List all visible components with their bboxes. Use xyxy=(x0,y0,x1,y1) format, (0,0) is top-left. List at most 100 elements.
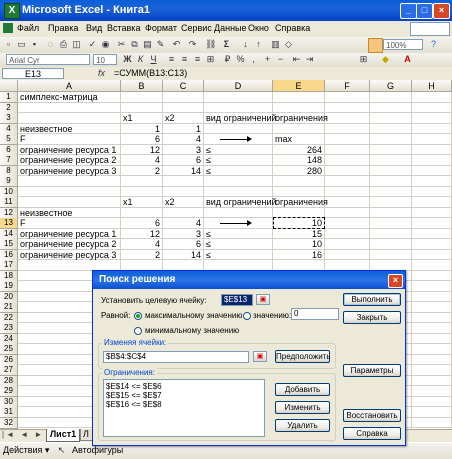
cell-b6[interactable]: 12 xyxy=(123,145,160,156)
menu-window[interactable]: Окно xyxy=(248,23,269,33)
cell-c13[interactable]: 4 xyxy=(165,218,201,229)
row-header-30[interactable]: 30 xyxy=(0,396,18,408)
permission-icon[interactable]: ◌ xyxy=(45,39,56,50)
cell-c8[interactable]: 14 xyxy=(165,166,201,177)
cell-d16[interactable]: ≤ xyxy=(206,250,270,261)
cell-b14[interactable]: 12 xyxy=(123,229,160,240)
menu-tools[interactable]: Сервис xyxy=(181,23,212,33)
menu-edit[interactable]: Правка xyxy=(48,23,78,33)
row-header-23[interactable]: 23 xyxy=(0,323,18,334)
merge-icon[interactable]: ⊞ xyxy=(205,54,216,65)
row-header-28[interactable]: 28 xyxy=(0,375,18,387)
row-header-22[interactable]: 22 xyxy=(0,312,18,324)
row-header-16[interactable]: 16 xyxy=(0,249,18,261)
options-button[interactable]: Параметры xyxy=(343,364,401,377)
menu-help[interactable]: Справка xyxy=(275,23,310,33)
chart-wizard-icon[interactable]: ▥ xyxy=(270,39,281,50)
font-color-icon[interactable]: A xyxy=(402,54,413,65)
zoom-combo[interactable]: 100% xyxy=(383,39,423,50)
row-header-11[interactable]: 11 xyxy=(0,197,18,208)
cell-e8[interactable]: 280 xyxy=(275,166,322,177)
print-icon[interactable]: ⎙ xyxy=(58,39,69,50)
min-radio[interactable] xyxy=(134,327,142,335)
constraint-item[interactable]: $E$15 <= $E$7 xyxy=(106,392,162,400)
autosum-icon[interactable]: Σ xyxy=(221,39,232,50)
cell-e5[interactable]: max xyxy=(275,134,322,145)
menu-data[interactable]: Данные xyxy=(214,23,247,33)
help-search-box[interactable] xyxy=(410,22,450,36)
cell-b5[interactable]: 6 xyxy=(123,134,160,145)
close-icon[interactable]: × xyxy=(433,3,450,19)
cell-a15[interactable]: ограничение ресурса 2 xyxy=(20,239,118,250)
cell-d14[interactable]: ≤ xyxy=(206,229,270,240)
insert-function-icon[interactable]: fx xyxy=(98,68,105,78)
research-icon[interactable]: ◉ xyxy=(100,39,111,50)
column-header-h[interactable]: H xyxy=(412,80,452,92)
target-cell-input[interactable]: $E$13 xyxy=(221,294,253,306)
row-header-3[interactable]: 3 xyxy=(0,113,18,124)
cell-c14[interactable]: 3 xyxy=(165,229,201,240)
row-header-20[interactable]: 20 xyxy=(0,291,18,303)
column-header-g[interactable]: G xyxy=(370,80,412,92)
column-header-e[interactable]: E xyxy=(273,80,325,92)
draw-actions-menu[interactable]: Действия ▾ xyxy=(3,445,49,456)
format-painter-icon[interactable]: ✎ xyxy=(155,39,166,50)
decrease-indent-icon[interactable]: ⇤ xyxy=(291,54,302,65)
row-header-8[interactable]: 8 xyxy=(0,165,18,177)
cell-e7[interactable]: 148 xyxy=(275,155,322,166)
cell-c6[interactable]: 3 xyxy=(165,145,201,156)
sort-asc-icon[interactable]: ↓ xyxy=(240,39,251,50)
select-all-corner[interactable] xyxy=(0,80,18,92)
constraint-item[interactable]: $E$16 <= $E$8 xyxy=(106,401,162,409)
preview-icon[interactable]: ◫ xyxy=(71,39,82,50)
underline-icon[interactable]: Ч xyxy=(148,54,159,65)
align-right-icon[interactable]: ≡ xyxy=(192,54,203,65)
help-icon[interactable]: ? xyxy=(428,39,439,50)
cell-d11[interactable]: вид ограничений xyxy=(206,197,277,208)
target-ref-icon[interactable]: ▣ xyxy=(256,294,270,305)
cell-b8[interactable]: 2 xyxy=(123,166,160,177)
cell-c15[interactable]: 6 xyxy=(165,239,201,250)
cell-c16[interactable]: 14 xyxy=(165,250,201,261)
cell-c3[interactable]: x2 xyxy=(165,113,201,124)
max-radio[interactable] xyxy=(134,312,142,320)
value-input[interactable]: 0 xyxy=(291,308,339,320)
row-header-26[interactable]: 26 xyxy=(0,354,18,366)
cell-e6[interactable]: 264 xyxy=(275,145,322,156)
row-header-5[interactable]: 5 xyxy=(0,134,18,145)
cell-d7[interactable]: ≤ xyxy=(206,155,270,166)
open-icon[interactable]: ▭ xyxy=(16,39,27,50)
cell-d8[interactable]: ≤ xyxy=(206,166,270,177)
document-icon[interactable] xyxy=(3,23,13,33)
name-box[interactable]: E13 xyxy=(2,68,64,79)
sheet-tab-active[interactable]: Лист1 xyxy=(46,429,80,442)
cell-c4[interactable]: 1 xyxy=(165,124,201,135)
cell-a16[interactable]: ограничение ресурса 3 xyxy=(20,250,118,261)
new-icon[interactable]: ▫ xyxy=(3,39,14,50)
italic-icon[interactable]: К xyxy=(135,54,146,65)
reset-all-button[interactable]: Восстановить xyxy=(343,409,401,422)
paste-icon[interactable]: ▤ xyxy=(142,39,153,50)
cell-b16[interactable]: 2 xyxy=(123,250,160,261)
value-radio[interactable] xyxy=(243,312,251,320)
cell-e15[interactable]: 10 xyxy=(275,239,322,250)
cell-a4[interactable]: неизвестное xyxy=(20,124,118,135)
sort-desc-icon[interactable]: ↑ xyxy=(253,39,264,50)
cell-a13[interactable]: F xyxy=(20,218,118,229)
row-header-6[interactable]: 6 xyxy=(0,144,18,156)
cell-a1[interactable]: симплекс-матрица xyxy=(20,92,118,103)
cell-a6[interactable]: ограничение ресурса 1 xyxy=(20,145,118,156)
cell-c5[interactable]: 4 xyxy=(165,134,201,145)
row-header-9[interactable]: 9 xyxy=(0,176,18,187)
excel-app-icon[interactable]: X xyxy=(4,3,20,19)
increase-indent-icon[interactable]: ⇥ xyxy=(304,54,315,65)
cell-e3[interactable]: ограничения xyxy=(275,113,328,124)
row-header-13[interactable]: 13 xyxy=(0,218,18,229)
cell-d3[interactable]: вид ограничений xyxy=(206,113,277,124)
decrease-decimal-icon[interactable]: − xyxy=(275,54,286,65)
cell-a8[interactable]: ограничение ресурса 3 xyxy=(20,166,118,177)
cell-a12[interactable]: неизвестное xyxy=(20,208,118,219)
drawing-icon[interactable]: ◇ xyxy=(283,39,294,50)
font-size-combo[interactable]: 10 xyxy=(93,54,117,65)
cell-b11[interactable]: x1 xyxy=(123,197,160,208)
